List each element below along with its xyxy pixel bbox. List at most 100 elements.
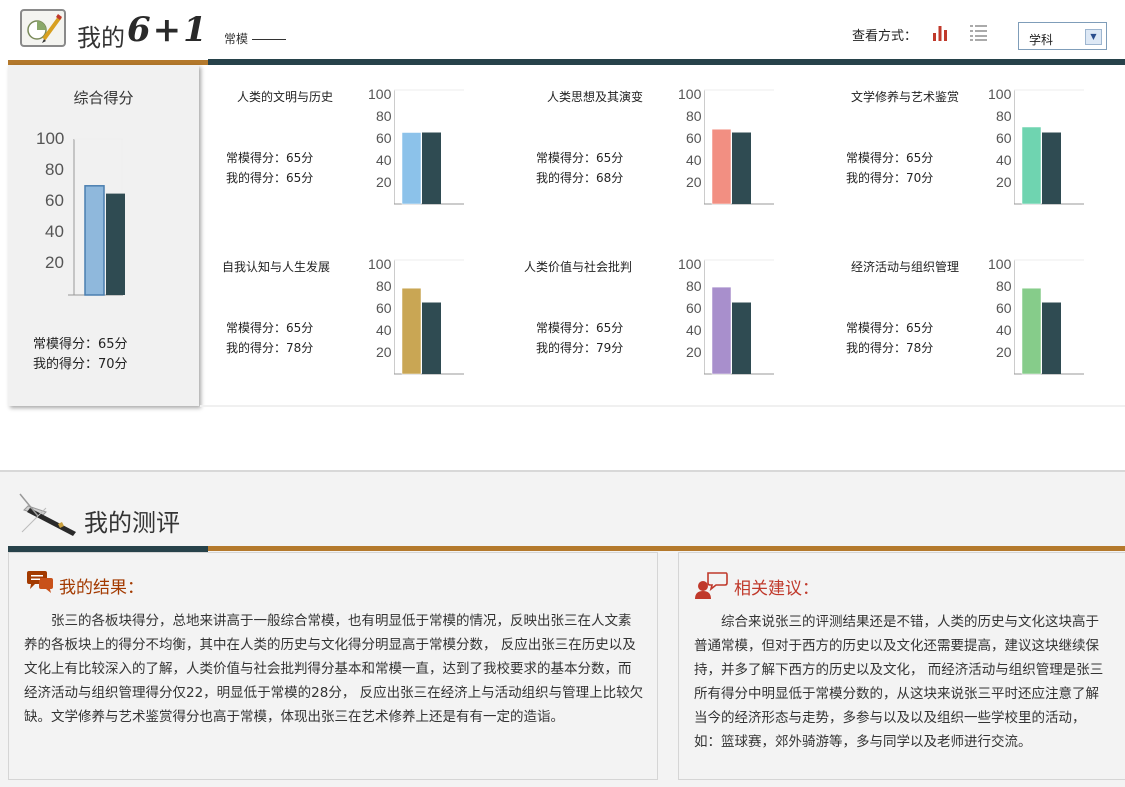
norm-legend: 常模 — [224, 30, 287, 47]
advice-panel: 相关建议： 综合来说张三的评测结果还是不错，人类的历史与文化这块高于普通常模，但… — [678, 552, 1125, 780]
summary-tick-60: 60 — [45, 191, 64, 210]
result-text: 张三的各板块得分，总地来讲高于一般综合常模，也有明显低于常模的情况，反映出张三在… — [24, 613, 644, 725]
subject-tick: 60 — [996, 130, 1012, 146]
subject-title: 人类价值与社会批判 — [524, 260, 633, 274]
subject-title: 经济活动与组织管理 — [850, 260, 959, 274]
page-title: 我的 — [77, 24, 125, 52]
evaluation-title: 我的测评 — [84, 509, 180, 537]
subject-title: 文学修养与艺术鉴赏 — [850, 90, 959, 104]
subject-tick: 60 — [996, 300, 1012, 316]
subject-chart — [704, 89, 774, 205]
subject-my-score: 我的得分：78分 — [226, 341, 314, 355]
subject-norm-score: 常模得分：65分 — [846, 321, 934, 335]
subject-tick: 60 — [686, 300, 702, 316]
page-title-number: 6+1 — [127, 10, 209, 50]
subject-my-score: 我的得分：70分 — [846, 171, 934, 185]
subject-tick: 40 — [996, 322, 1012, 338]
bar-chart-view-icon[interactable] — [931, 24, 949, 46]
subject-tick: 60 — [686, 130, 702, 146]
subject-tick: 40 — [996, 152, 1012, 168]
norm-legend-label: 常模 — [224, 32, 249, 46]
subject-tick: 40 — [686, 152, 702, 168]
subject-norm-score: 常模得分：65分 — [536, 321, 624, 335]
summary-tick-100: 100 — [36, 129, 65, 148]
subject-tick: 20 — [686, 344, 702, 360]
subject-title: 人类的文明与历史 — [236, 90, 333, 104]
subject-tick: 80 — [686, 108, 702, 124]
subject-tick: 20 — [376, 174, 392, 190]
subject-norm-score: 常模得分：65分 — [226, 151, 314, 165]
subject-tick: 40 — [376, 322, 392, 338]
norm-legend-line — [252, 39, 287, 40]
summary-chart — [68, 138, 125, 296]
subject-norm-score: 常模得分：65分 — [226, 321, 314, 335]
norm-score-bar — [1042, 132, 1061, 204]
summary-panel: 综合得分 100 80 60 40 20 常模得分：65分 我的得分：70分 — [8, 65, 199, 406]
subject-chart — [1014, 89, 1084, 205]
header-divider-dark — [208, 59, 1125, 65]
pen-icon — [18, 488, 80, 544]
subject-tick: 80 — [376, 108, 392, 124]
subject-tick: 80 — [376, 278, 392, 294]
subject-tick: 100 — [368, 86, 392, 102]
subject-tick: 100 — [678, 256, 702, 272]
result-heading: 我的结果： — [59, 578, 144, 598]
subject-tick: 20 — [996, 174, 1012, 190]
subject-tick: 100 — [988, 256, 1012, 272]
subjects-bottom-shadow — [200, 405, 1125, 407]
summary-title: 综合得分 — [73, 89, 134, 107]
subject-card: 自我认知与人生发展 常模得分：65分 我的得分：78分 100 80 60 40 20 — [218, 256, 518, 408]
summary-tick-40: 40 — [45, 222, 64, 241]
subject-tick: 80 — [686, 278, 702, 294]
subject-card: 人类价值与社会批判 常模得分：65分 我的得分：79分 100 80 60 40 20 — [524, 256, 828, 408]
subject-chart — [394, 89, 464, 205]
subject-card: 文学修养与艺术鉴赏常模得分：65分 我的得分：70分 100 80 60 40 20 — [838, 86, 1125, 238]
summary-tick-20: 20 — [45, 253, 64, 272]
subject-tick: 60 — [376, 130, 392, 146]
view-mode-label: 查看方式： — [852, 29, 918, 44]
advisor-icon — [694, 571, 728, 603]
subject-chart — [394, 259, 464, 375]
my-score-bar — [1021, 287, 1042, 375]
list-view-icon[interactable] — [969, 24, 989, 46]
subject-my-score: 我的得分：79分 — [536, 341, 624, 355]
subject-tick: 20 — [686, 174, 702, 190]
subject-title: 自我认知与人生发展 — [222, 260, 331, 274]
subject-norm-score: 常模得分：65分 — [536, 151, 624, 165]
my-score-bar — [401, 287, 422, 375]
subject-card: 人类的文明与历史 常模得分：65分 我的得分：65分 100 80 60 40 20 — [218, 86, 518, 238]
result-panel: 我的结果： 张三的各板块得分，总地来讲高于一般综合常模，也有明显低于常模的情况，… — [8, 552, 658, 780]
subject-tick: 80 — [996, 108, 1012, 124]
my-score-bar — [711, 286, 732, 375]
subject-my-score: 我的得分：65分 — [226, 171, 314, 185]
advice-heading: 相关建议： — [734, 579, 819, 599]
norm-score-bar — [732, 132, 751, 204]
norm-score-bar — [422, 302, 441, 374]
summary-my-score: 我的得分：70分 — [33, 357, 128, 372]
subject-tick: 80 — [996, 278, 1012, 294]
norm-score-bar — [1042, 302, 1061, 374]
chevron-down-icon[interactable]: ▼ — [1085, 29, 1102, 45]
summary-norm-bar — [106, 193, 125, 295]
norm-score-bar — [732, 302, 751, 374]
summary-tick-80: 80 — [45, 160, 64, 179]
subject-tick: 100 — [368, 256, 392, 272]
logo-icon — [20, 9, 66, 47]
subject-tick: 20 — [996, 344, 1012, 360]
subject-select-value: 学科 — [1029, 33, 1054, 47]
subject-tick: 20 — [376, 344, 392, 360]
subject-norm-score: 常模得分：65分 — [846, 151, 934, 165]
subject-my-score: 我的得分：68分 — [536, 171, 624, 185]
subject-title: 人类思想及其演变 — [546, 90, 643, 104]
evaluation-divider-brown — [208, 546, 1125, 551]
my-score-bar — [401, 132, 422, 205]
subject-chart — [1014, 259, 1084, 375]
subject-tick: 100 — [988, 86, 1012, 102]
summary-my-bar — [84, 185, 105, 296]
chat-bubbles-icon — [25, 570, 55, 600]
summary-norm-score: 常模得分：65分 — [33, 337, 128, 352]
subject-chart — [704, 259, 774, 375]
subject-my-score: 我的得分：78分 — [846, 341, 934, 355]
subject-select[interactable]: 学科 ▼ — [1018, 22, 1107, 50]
subject-tick: 100 — [678, 86, 702, 102]
